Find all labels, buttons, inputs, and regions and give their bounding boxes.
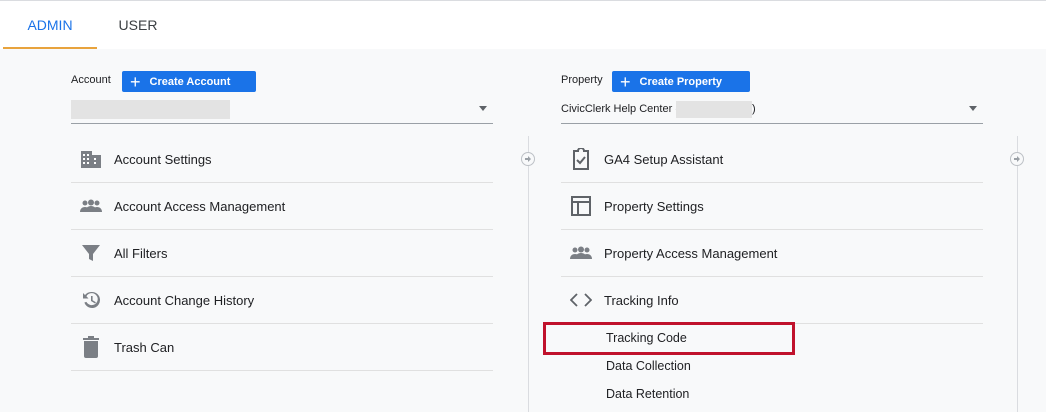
tab-user[interactable]: USER	[100, 1, 176, 49]
menu-label: Trash Can	[114, 339, 175, 355]
layout-icon	[569, 194, 593, 218]
menu-label: Property Settings	[604, 198, 704, 214]
menu-tracking-info[interactable]: Tracking Info	[561, 277, 983, 324]
expand-arrow-icon[interactable]	[1010, 152, 1024, 166]
property-selector[interactable]: CivicClerk Help Center ( )	[561, 98, 983, 124]
account-selector[interactable]	[71, 98, 493, 124]
history-icon	[79, 288, 103, 312]
menu-account-change-history[interactable]: Account Change History	[71, 277, 493, 324]
menu-label: Account Settings	[114, 151, 212, 167]
menu-account-access-management[interactable]: Account Access Management	[71, 183, 493, 230]
dropdown-arrow-icon	[969, 106, 977, 111]
people-icon	[569, 241, 593, 265]
code-icon	[569, 288, 593, 312]
menu-property-settings[interactable]: Property Settings	[561, 183, 983, 230]
tab-admin[interactable]: ADMIN	[3, 1, 97, 49]
create-property-button[interactable]: + Create Property	[612, 71, 750, 92]
sub-item-data-retention[interactable]: Data Retention	[606, 387, 689, 401]
create-account-button[interactable]: + Create Account	[122, 71, 256, 92]
account-label: Account	[71, 74, 111, 86]
building-icon	[79, 147, 103, 171]
expand-arrow-icon[interactable]	[521, 152, 535, 166]
plus-icon: +	[620, 71, 631, 92]
menu-account-settings[interactable]: Account Settings	[71, 136, 493, 183]
menu-label: Account Access Management	[114, 198, 286, 214]
menu-label: GA4 Setup Assistant	[604, 151, 724, 167]
property-selected-suffix: )	[752, 103, 756, 115]
sub-item-data-collection[interactable]: Data Collection	[606, 359, 691, 373]
column-divider	[1017, 136, 1018, 412]
property-selected-prefix: CivicClerk Help Center (	[561, 103, 679, 115]
menu-ga4-setup-assistant[interactable]: GA4 Setup Assistant	[561, 136, 983, 183]
trash-icon	[79, 335, 103, 359]
menu-property-access-management[interactable]: Property Access Management	[561, 230, 983, 277]
menu-label: Property Access Management	[604, 245, 778, 261]
top-tab-bar: ADMIN USER	[0, 0, 1046, 49]
create-property-label: Create Property	[639, 75, 723, 88]
menu-label: All Filters	[114, 245, 168, 261]
plus-icon: +	[130, 71, 141, 92]
menu-all-filters[interactable]: All Filters	[71, 230, 493, 277]
create-account-label: Create Account	[149, 75, 231, 88]
property-label: Property	[561, 74, 603, 86]
redacted-property-id	[676, 101, 752, 118]
redacted-account-name	[71, 100, 230, 119]
highlight-box	[543, 322, 795, 355]
filter-icon	[79, 241, 103, 265]
menu-label: Account Change History	[114, 292, 255, 308]
menu-trash-can[interactable]: Trash Can	[71, 324, 493, 371]
clipboard-check-icon	[569, 147, 593, 171]
menu-label: Tracking Info	[604, 292, 679, 308]
people-icon	[79, 194, 103, 218]
dropdown-arrow-icon	[479, 106, 487, 111]
column-divider	[528, 136, 529, 412]
